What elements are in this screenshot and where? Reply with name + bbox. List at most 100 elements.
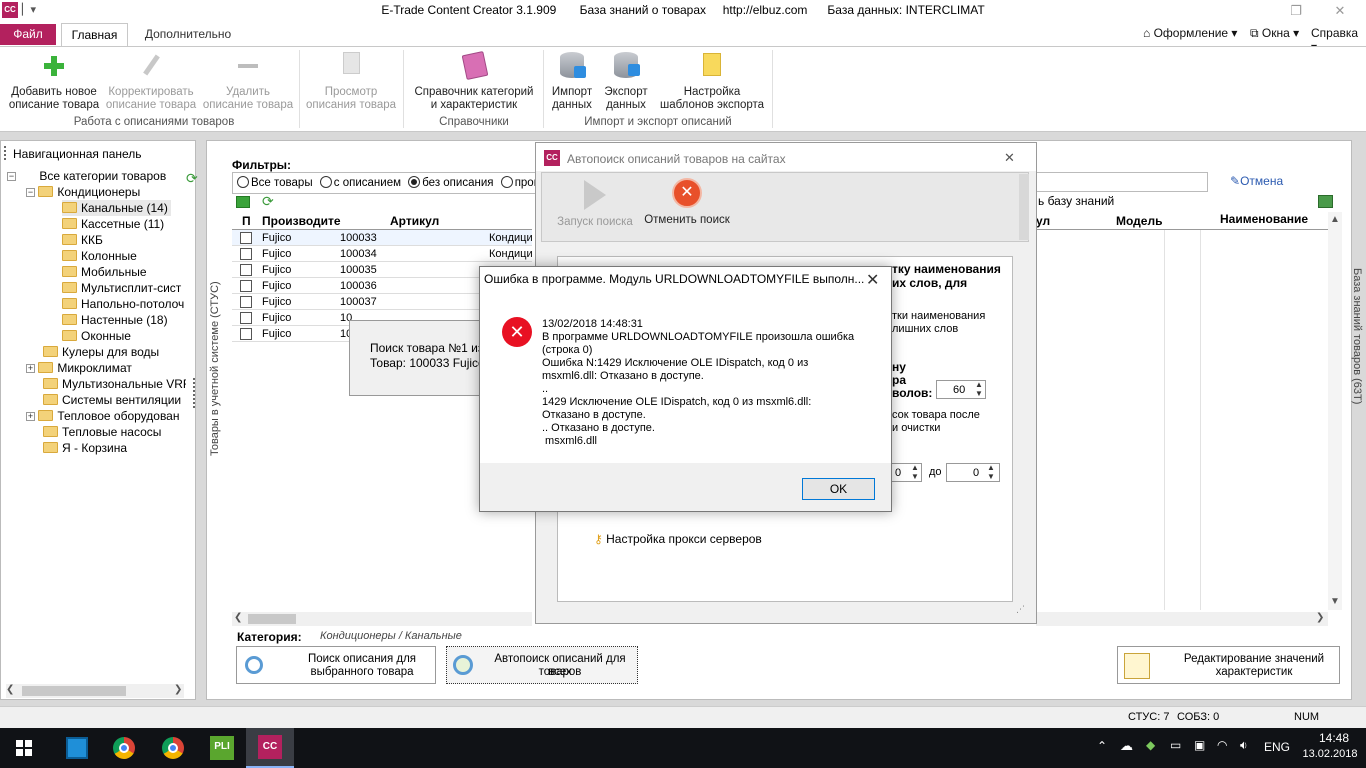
tray-cloud-icon[interactable]: ☁	[1120, 738, 1133, 754]
import-data-button[interactable]: Импорт данных	[546, 50, 598, 112]
kb-col-model[interactable]: Модель	[1116, 214, 1162, 228]
row-checkbox[interactable]	[240, 312, 252, 324]
nav-hscrollbar[interactable]: ❮ ❯	[6, 684, 184, 698]
tray-time[interactable]: 14:48	[1312, 731, 1356, 745]
error-close-icon[interactable]: ✕	[866, 270, 879, 290]
tree-item-microclimate[interactable]: + Микроклимат	[26, 360, 132, 376]
tree-item-column[interactable]: Колонные	[62, 248, 137, 264]
toolbar-scroll[interactable]	[1019, 174, 1029, 240]
export-data-button[interactable]: Экспорт данных	[600, 50, 652, 112]
tray-battery-icon[interactable]: ▭	[1170, 738, 1181, 752]
collapse-icon[interactable]: −	[7, 172, 16, 181]
table-row[interactable]: Fujico 100034 Кондици	[232, 246, 532, 262]
spinner-arrows-icon[interactable]: ▲ ▼	[987, 463, 995, 481]
row-checkbox[interactable]	[240, 328, 252, 340]
range-from-spinner[interactable]: 0 ▲ ▼	[890, 463, 922, 482]
windows-start-icon[interactable]	[16, 740, 32, 756]
windows-menu[interactable]: ⧉ Окна ▾	[1250, 26, 1299, 41]
edit-description-button[interactable]: Корректировать описание товара	[103, 50, 199, 112]
tray-wifi-icon[interactable]: ◠	[1217, 738, 1227, 752]
tray-date[interactable]: 13.02.2018	[1300, 748, 1360, 760]
scroll-down-icon[interactable]: ▼	[1330, 596, 1340, 607]
scroll-right-icon[interactable]: ❯	[174, 684, 182, 695]
add-description-button[interactable]: Добавить новое описание товара	[6, 50, 102, 112]
col-header-maker[interactable]: Производите	[262, 214, 341, 228]
filter-with-desc-radio[interactable]: с описанием	[319, 176, 401, 189]
taskbar-etrade-button[interactable]: CC	[246, 728, 294, 768]
resize-grip-icon[interactable]: ⋰	[1016, 604, 1025, 615]
expand-icon[interactable]: +	[26, 412, 35, 421]
tree-item-conditioners[interactable]: − Кондиционеры	[26, 184, 140, 200]
refresh-icon[interactable]: ⟳	[186, 170, 198, 187]
expand-icon[interactable]: +	[26, 364, 35, 373]
export-templates-button[interactable]: Настройка шаблонов экспорта	[655, 50, 769, 112]
tray-volume-icon[interactable]: 🔉︎	[1240, 738, 1248, 753]
tab-file[interactable]: Файл	[0, 24, 56, 45]
category-reference-button[interactable]: Справочник категорий и характеристик	[408, 50, 540, 112]
tray-app-icon[interactable]: ◆	[1146, 738, 1155, 752]
kb-search-input[interactable]	[1036, 172, 1208, 192]
panel-grip-icon[interactable]	[4, 146, 7, 160]
spinner-arrows-icon[interactable]: ▲ ▼	[975, 380, 983, 398]
autosearch-all-button[interactable]: Автопоиск описаний для всех товаров	[446, 646, 638, 684]
tree-item-basket[interactable]: Я - Корзина	[43, 440, 127, 456]
tree-item-coolers[interactable]: Кулеры для воды	[43, 344, 159, 360]
scroll-right-icon[interactable]: ❯	[1316, 612, 1324, 623]
refresh-grid-icon[interactable]: ⟳	[262, 193, 274, 210]
splitter-grip-icon[interactable]	[193, 378, 196, 408]
scroll-thumb[interactable]	[22, 686, 126, 696]
view-description-button[interactable]: Просмотр описания товара	[302, 50, 400, 112]
left-vertical-tab[interactable]: Товары в учетной системе (СТУС)	[207, 270, 223, 460]
row-checkbox[interactable]	[240, 264, 252, 276]
right-vertical-tab[interactable]: База знаний товаров (63Т)	[1349, 268, 1365, 410]
collapse-icon[interactable]: −	[26, 188, 35, 197]
max-chars-spinner[interactable]: 60 ▲ ▼	[936, 380, 986, 399]
tree-item-all[interactable]: − Все категории товаров	[7, 168, 166, 184]
kb-col-name[interactable]: Наименование	[1220, 212, 1308, 226]
restore-icon[interactable]: ❐	[1274, 2, 1318, 20]
col-header-sku[interactable]: Артикул	[390, 214, 439, 228]
scroll-up-icon[interactable]: ▲	[1330, 214, 1340, 225]
kb-export-icon[interactable]	[1318, 195, 1333, 208]
ok-button[interactable]: OK	[802, 478, 875, 500]
tray-language[interactable]: ENG	[1264, 740, 1290, 754]
spinner-arrows-icon[interactable]: ▲ ▼	[911, 463, 919, 481]
tree-item-kkb[interactable]: ККБ	[62, 232, 103, 248]
tree-item-floor-ceiling[interactable]: Напольно-потолоч	[62, 296, 186, 312]
design-menu[interactable]: ⌂ Оформление ▾	[1143, 26, 1237, 40]
tree-item-channel[interactable]: Канальные (14)	[62, 200, 171, 216]
filter-no-desc-radio[interactable]: без описания	[408, 176, 493, 189]
start-search-button[interactable]: Запуск поиска	[552, 178, 638, 228]
tree-item-ventilation[interactable]: Системы вентиляции	[43, 392, 186, 408]
close-window-icon[interactable]: ✕	[1318, 2, 1362, 20]
row-checkbox[interactable]	[240, 280, 252, 292]
table-row[interactable]: Fujico 100033 Кондици	[232, 230, 532, 246]
tree-item-wall[interactable]: Настенные (18)	[62, 312, 168, 328]
taskbar-save-icon[interactable]	[60, 733, 92, 763]
scroll-left-icon[interactable]: ❮	[234, 612, 242, 623]
row-checkbox[interactable]	[240, 232, 252, 244]
tree-item-vrf[interactable]: Мультизональные VRF	[43, 376, 186, 392]
tree-item-cassette[interactable]: Кассетные (11)	[62, 216, 164, 232]
kb-vscrollbar[interactable]: ▲ ▼	[1328, 212, 1342, 610]
kb-hscrollbar[interactable]: ❯	[1036, 612, 1328, 626]
grid-hscrollbar[interactable]: ❮	[232, 612, 532, 626]
taskbar-chrome-icon-2[interactable]	[157, 733, 189, 763]
cancel-search-button[interactable]: ✕ Отменить поиск	[640, 178, 734, 226]
row-checkbox[interactable]	[240, 296, 252, 308]
scroll-left-icon[interactable]: ❮	[6, 684, 14, 695]
filter-all-radio[interactable]: Все товары	[237, 176, 313, 189]
taskbar-chrome-icon[interactable]	[108, 733, 140, 763]
scroll-thumb[interactable]	[248, 614, 296, 624]
tree-item-mobile[interactable]: Мобильные	[62, 264, 147, 280]
kb-col-sku[interactable]: ул	[1036, 214, 1050, 228]
tab-main[interactable]: Главная	[61, 23, 128, 46]
tray-display-icon[interactable]: ▣	[1194, 738, 1205, 752]
edit-characteristics-button[interactable]: Редактирование значений характеристик	[1117, 646, 1340, 684]
col-header-flag[interactable]: П	[242, 214, 251, 228]
cancel-filter-button[interactable]: ✎Отмена	[1230, 174, 1283, 188]
tree-item-window[interactable]: Оконные	[62, 328, 131, 344]
tray-chevron-icon[interactable]: ⌃	[1097, 739, 1107, 753]
range-to-spinner[interactable]: 0 ▲ ▼	[946, 463, 1000, 482]
tab-extra[interactable]: Дополнительно	[138, 24, 238, 45]
